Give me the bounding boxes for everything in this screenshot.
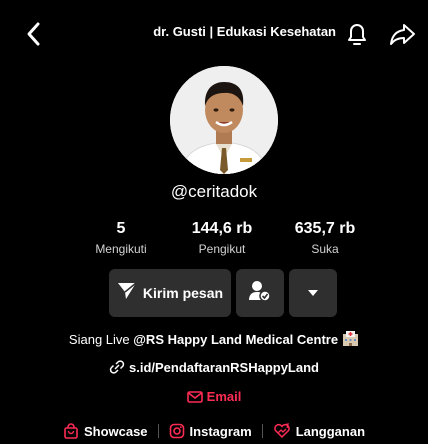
divider: [261, 424, 263, 438]
bio-text: Siang Live @RS Happy Land Medical Centre: [0, 331, 428, 347]
stat-value: 144,6 rb: [191, 220, 253, 237]
user-check-icon: [248, 280, 272, 307]
more-options-button[interactable]: [289, 269, 337, 317]
instagram-link[interactable]: Instagram: [169, 423, 252, 439]
share-icon[interactable]: [388, 20, 416, 48]
mail-icon: [186, 391, 203, 403]
stat-following[interactable]: 5 Mengikuti: [86, 220, 156, 256]
stat-label: Suka: [311, 242, 339, 256]
following-status-button[interactable]: [236, 269, 284, 317]
showcase-link[interactable]: Showcase: [63, 423, 148, 439]
top-bar: dr. Gusti | Edukasi Kesehatan: [0, 0, 428, 66]
bio-prefix: Siang Live: [68, 332, 134, 347]
action-buttons: Kirim pesan: [0, 269, 428, 317]
subscribe-icon: [273, 423, 290, 439]
stat-followers[interactable]: 144,6 rb Pengikut: [178, 220, 266, 256]
divider: [157, 424, 159, 438]
hospital-icon: [342, 331, 359, 346]
instagram-label: Instagram: [189, 423, 252, 439]
stats-row: 5 Mengikuti 144,6 rb Pengikut 635,7 rb S…: [0, 220, 428, 264]
instagram-icon: [169, 423, 184, 439]
send-message-button[interactable]: Kirim pesan: [109, 269, 231, 317]
caret-down-icon: [307, 284, 319, 302]
profile-link[interactable]: s.id/PendaftaranRSHappyLand: [0, 360, 428, 377]
page-title: dr. Gusti | Edukasi Kesehatan: [153, 24, 336, 39]
subscription-link[interactable]: Langganan: [273, 423, 365, 439]
shopping-bag-icon: [64, 423, 78, 439]
stat-label: Mengikuti: [95, 242, 147, 256]
avatar[interactable]: [170, 66, 278, 174]
stat-likes[interactable]: 635,7 rb Suka: [280, 220, 370, 256]
email-button[interactable]: Email: [0, 389, 428, 404]
profile-handle: @ceritadok: [170, 182, 258, 201]
link-text: s.id/PendaftaranRSHappyLand: [129, 360, 319, 375]
send-message-label: Kirim pesan: [142, 285, 224, 301]
subscription-label: Langganan: [295, 423, 366, 439]
profile-links-row: Showcase Instagram Langganan: [0, 419, 428, 443]
bell-icon[interactable]: [343, 19, 371, 49]
stat-value: 635,7 rb: [294, 220, 356, 237]
stat-value: 5: [116, 220, 126, 237]
link-icon: [109, 360, 125, 377]
send-icon: [117, 281, 137, 305]
showcase-label: Showcase: [83, 423, 148, 439]
bio-mention[interactable]: @RS Happy Land Medical Centre: [133, 332, 338, 347]
email-label: Email: [206, 389, 242, 404]
stat-label: Pengikut: [198, 242, 246, 256]
chevron-left-icon[interactable]: [22, 20, 46, 48]
